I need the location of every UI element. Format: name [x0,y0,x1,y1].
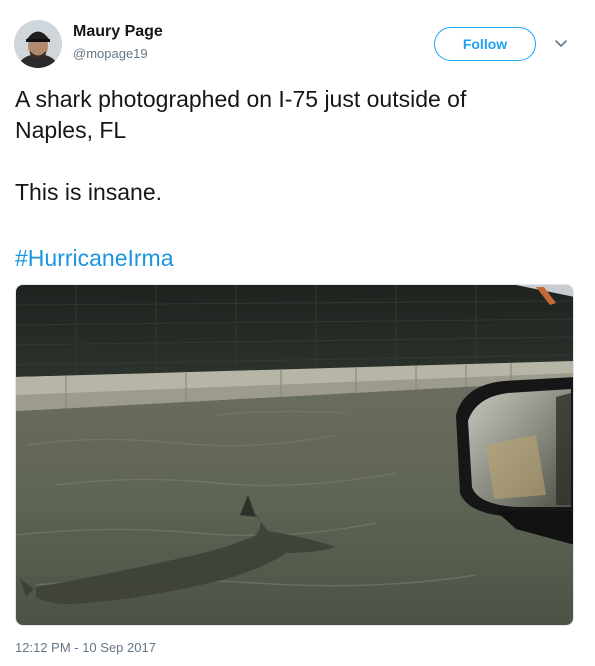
display-name[interactable]: Maury Page [73,23,163,41]
tweet-text-line: This is insane. [15,179,163,205]
follow-button[interactable]: Follow [434,27,536,61]
tweet-card: Maury Page @mopage19 Follow A shark phot… [0,0,595,666]
flooded-highway-photo-icon [16,285,573,625]
tweet-timestamp[interactable]: 12:12 PM - 10 Sep 2017 [15,640,156,655]
tweet-text-line: A shark photographed on I-75 just outsid… [15,86,467,112]
user-handle[interactable]: @mopage19 [73,46,148,61]
user-avatar-icon [14,20,62,68]
tweet-photo[interactable] [15,284,574,626]
tweet-text: A shark photographed on I-75 just outsid… [15,84,575,208]
chevron-down-icon[interactable] [553,37,569,49]
tweet-text-line: Naples, FL [15,117,127,143]
avatar[interactable] [14,20,62,68]
hashtag-link[interactable]: #HurricaneIrma [15,243,174,274]
